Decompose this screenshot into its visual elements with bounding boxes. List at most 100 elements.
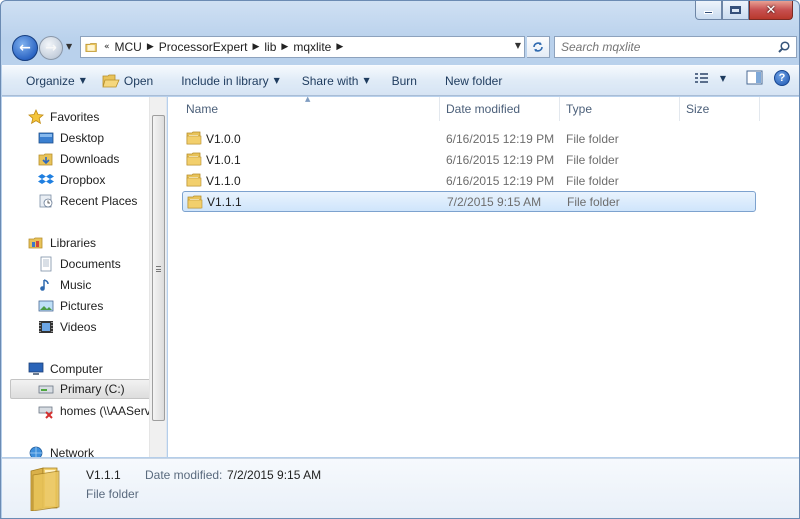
new-folder-label: New folder [444,73,503,88]
chevron-right-icon[interactable]: ▶ [252,42,259,52]
back-button[interactable]: ← [12,35,38,61]
nav-network[interactable]: Network [28,443,94,457]
breadcrumb-processorexpert[interactable]: ProcessorExpert [159,40,248,54]
column-header-date-modified[interactable]: Date modified [440,97,560,121]
scrollbar-thumb[interactable] [152,115,165,421]
share-with-button[interactable]: Share with ▼ [294,69,378,93]
open-button[interactable]: Open [94,69,161,93]
hard-drive-icon [38,381,54,397]
maximize-icon [730,6,741,14]
breadcrumb-overflow[interactable]: « [104,42,110,52]
file-name: V1.1.0 [206,173,241,188]
nav-dropbox[interactable]: Dropbox [38,170,105,190]
address-bar[interactable]: « MCU ▶ ProcessorExpert ▶ lib ▶ mqxlite … [80,36,525,58]
nav-pane-scrollbar[interactable] [149,97,166,457]
breadcrumb-mcu[interactable]: MCU [115,40,142,54]
details-date-value: 7/2/2015 9:15 AM [227,468,322,482]
column-header-size-label: Size [686,102,710,116]
grip-icon [156,266,161,272]
forward-button[interactable]: → [39,36,63,60]
view-controls: ▼ ? [694,70,790,86]
nav-desktop[interactable]: Desktop [38,128,104,148]
file-row[interactable]: V1.0.0 6/16/2015 12:19 PM File folder [182,128,756,149]
file-row[interactable]: V1.0.1 6/16/2015 12:19 PM File folder [182,149,756,170]
chevron-right-icon[interactable]: ▶ [147,42,154,52]
breadcrumb-mqxlite[interactable]: mqxlite [293,40,331,54]
search-box[interactable] [554,36,797,58]
nav-videos[interactable]: Videos [38,317,96,337]
nav-computer[interactable]: Computer [28,359,103,379]
breadcrumb-lib[interactable]: lib [264,40,276,54]
file-type: File folder [566,131,619,146]
nav-pictures[interactable]: Pictures [38,296,103,316]
documents-icon [38,256,54,272]
preview-pane-icon[interactable] [746,70,764,86]
file-row[interactable]: V1.1.0 6/16/2015 12:19 PM File folder [182,170,756,191]
column-header-type-label: Type [566,102,593,116]
column-header-size[interactable]: Size [680,97,760,121]
nav-primary-drive-label: Primary (C:) [60,382,125,396]
nav-videos-label: Videos [60,320,97,334]
nav-documents[interactable]: Documents [38,254,121,274]
nav-pictures-label: Pictures [60,299,104,313]
chevron-down-icon: ▼ [79,76,86,85]
maximize-button[interactable] [722,1,749,20]
minimize-icon [704,11,713,14]
new-folder-button[interactable]: New folder [437,69,510,93]
explorer-window: ✕ ← → ▼ « MCU ▶ ProcessorExpert ▶ lib ▶ … [0,0,800,519]
address-row: ← → ▼ « MCU ▶ ProcessorExpert ▶ lib ▶ mq… [9,32,797,62]
file-list: ▲ Name Date modified Type Size V1.0.0 6/… [168,95,799,457]
nav-dropbox-label: Dropbox [60,173,106,187]
chevron-right-icon[interactable]: ▶ [336,42,343,52]
nav-libraries-label: Libraries [50,236,97,250]
file-row-selected[interactable]: V1.1.1 7/2/2015 9:15 AM File folder [182,191,756,212]
file-type: File folder [567,194,620,209]
burn-button[interactable]: Burn [384,69,425,93]
folder-icon [187,195,203,209]
address-dropdown[interactable]: ▼ [515,41,521,50]
open-label: Open [123,73,154,88]
music-icon [38,277,54,293]
nav-downloads[interactable]: Downloads [38,149,119,169]
nav-libraries[interactable]: Libraries [28,233,96,253]
nav-primary-drive[interactable]: Primary (C:) [10,379,152,399]
folder-icon [85,42,97,52]
nav-favorites[interactable]: Favorites [28,107,99,127]
include-in-library-button[interactable]: Include in library ▼ [173,69,288,93]
disconnected-network-drive-icon [38,403,54,419]
burn-label: Burn [391,73,417,88]
file-date: 7/2/2015 9:15 AM [447,194,542,209]
minimize-button[interactable] [695,1,722,20]
file-date: 6/16/2015 12:19 PM [446,131,555,146]
nav-documents-label: Documents [60,257,121,271]
libraries-icon [28,235,44,251]
search-icon[interactable] [777,40,791,54]
organize-button[interactable]: Organize ▼ [18,69,94,93]
nav-network-label: Network [50,446,95,457]
file-type: File folder [566,152,619,167]
close-button[interactable]: ✕ [749,1,793,20]
change-view-button[interactable]: ▼ [694,71,726,85]
nav-downloads-label: Downloads [60,152,120,166]
details-date-label: Date modified: [145,468,223,482]
nav-recent-places[interactable]: Recent Places [38,191,137,211]
refresh-button[interactable] [527,36,550,58]
include-in-library-label: Include in library [181,73,269,88]
nav-music[interactable]: Music [38,275,91,295]
recent-pages-dropdown[interactable]: ▼ [66,42,72,51]
search-input[interactable] [561,40,771,54]
chevron-right-icon[interactable]: ▶ [281,42,288,52]
nav-desktop-label: Desktop [60,131,105,145]
details-type: File folder [86,487,139,501]
help-icon[interactable]: ? [774,70,790,86]
dropbox-icon [38,172,54,188]
column-header-type[interactable]: Type [560,97,680,121]
folder-icon [186,152,202,166]
nav-recent-places-label: Recent Places [60,194,138,208]
nav-network-drive[interactable]: homes (\\AAServ [38,401,151,421]
column-header-name-label: Name [186,102,219,116]
nav-music-label: Music [60,278,92,292]
chevron-down-icon: ▼ [363,76,370,85]
arrow-right-icon: → [45,40,57,56]
column-header-name[interactable]: Name [180,97,440,121]
